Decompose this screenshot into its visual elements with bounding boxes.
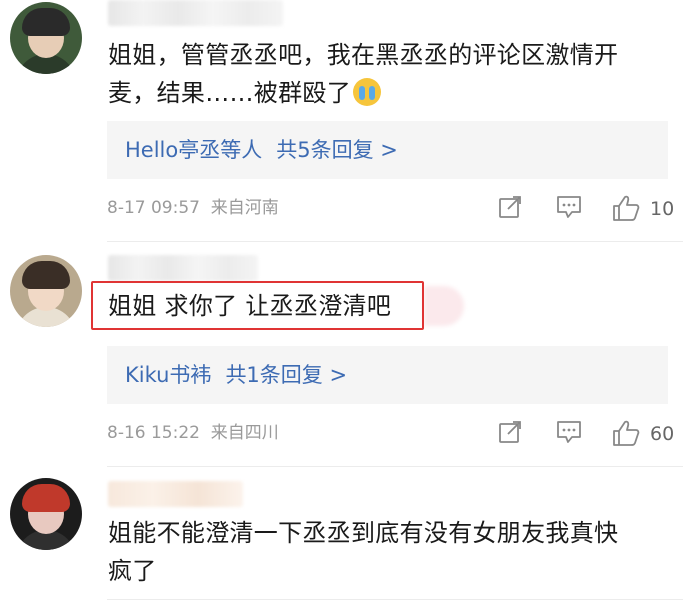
comment-meta: 8-17 09:57 来自河南 — [107, 193, 279, 223]
reply-names[interactable]: Hello亭丞 — [125, 121, 220, 179]
reply-suffix: 等人 — [220, 138, 263, 162]
username-blurred[interactable] — [108, 255, 258, 281]
divider — [107, 466, 683, 467]
timestamp: 8-17 09:57 — [107, 198, 200, 218]
reply-preview[interactable]: Kiku书袆 共1条回复 > — [107, 346, 668, 404]
location: 来自河南 — [210, 198, 279, 218]
comment-text: 姐姐，管管丞丞吧，我在黑丞丞的评论区激情开 麦，结果……被群殴了 — [108, 41, 619, 107]
avatar[interactable] — [10, 478, 82, 550]
thumbs-up-icon[interactable] — [611, 194, 641, 222]
thumbs-up-icon[interactable] — [611, 419, 641, 447]
comment-meta: 8-16 15:22 来自四川 — [107, 418, 279, 448]
reply-names[interactable]: Kiku书袆 — [125, 346, 211, 404]
highlight-annotation — [91, 281, 424, 330]
username-blurred[interactable] — [108, 0, 283, 26]
share-icon[interactable] — [497, 194, 523, 220]
location: 来自四川 — [210, 423, 279, 443]
comment-icon[interactable] — [555, 419, 583, 445]
avatar[interactable] — [10, 255, 82, 327]
comment-text: 姐能不能澄清一下丞丞到底有没有女朋友我真快 疯了 — [108, 519, 619, 585]
share-icon[interactable] — [497, 419, 523, 445]
comment-actions: 60 — [495, 419, 683, 449]
reply-count-link[interactable]: 共5条回复 > — [276, 121, 398, 179]
divider — [107, 241, 683, 242]
crying-face-icon — [353, 78, 381, 106]
reply-count-link[interactable]: 共1条回复 > — [225, 346, 347, 404]
comment-actions: 10 — [495, 194, 683, 224]
avatar[interactable] — [10, 2, 82, 74]
divider — [107, 599, 683, 600]
username-blurred[interactable] — [108, 481, 243, 507]
like-count: 60 — [650, 423, 675, 445]
reply-preview[interactable]: Hello亭丞等人 共5条回复 > — [107, 121, 668, 179]
comment-icon[interactable] — [555, 194, 583, 220]
like-count: 10 — [650, 198, 675, 220]
timestamp: 8-16 15:22 — [107, 423, 200, 443]
